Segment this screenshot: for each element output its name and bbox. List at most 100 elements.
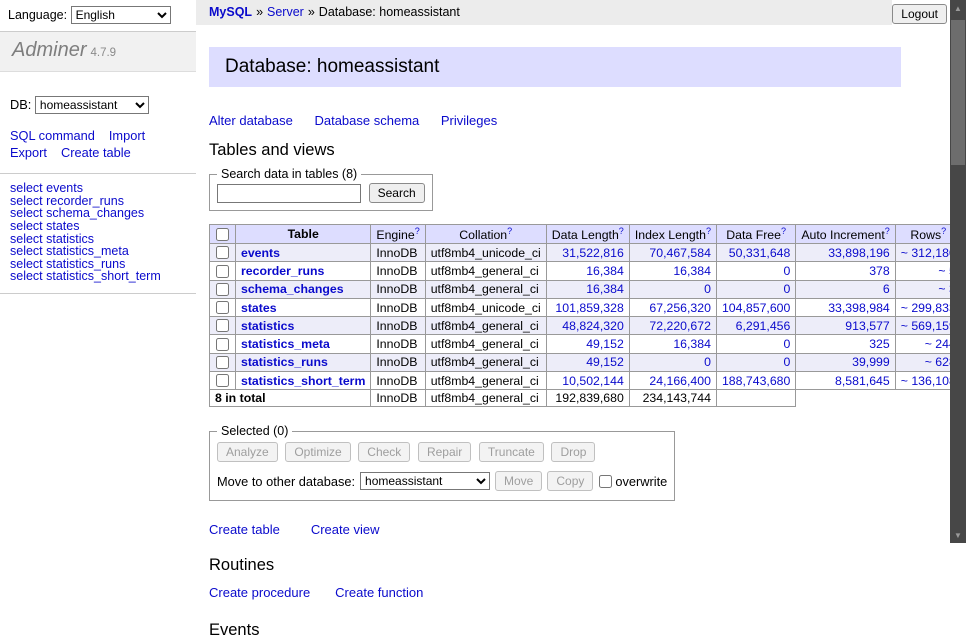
- help-link[interactable]: ?: [885, 226, 890, 236]
- data-free-link[interactable]: 104,857,600: [722, 301, 790, 315]
- table-name-link[interactable]: schema_changes: [241, 282, 344, 296]
- vertical-scrollbar[interactable]: ▲ ▼: [950, 0, 966, 543]
- sidebar-item-select-states[interactable]: select states: [10, 220, 186, 233]
- index-length-link[interactable]: 24,166,400: [649, 374, 711, 388]
- auto-increment-link[interactable]: 378: [869, 264, 890, 278]
- index-length-link[interactable]: 0: [704, 282, 711, 296]
- data-length-link[interactable]: 31,522,816: [562, 246, 624, 260]
- index-length-link[interactable]: 67,256,320: [649, 301, 711, 315]
- rows-count-link[interactable]: ~ 299,833: [901, 301, 956, 315]
- scrollbar-thumb[interactable]: [951, 20, 965, 165]
- sidebar-item-select-statistics-short-term[interactable]: select statistics_short_term: [10, 270, 186, 283]
- help-link[interactable]: ?: [507, 226, 512, 236]
- create-table-link[interactable]: Create table: [209, 522, 280, 537]
- index-length-link[interactable]: 70,467,584: [649, 246, 711, 260]
- scroll-up-icon[interactable]: ▲: [950, 0, 966, 16]
- repair-button[interactable]: Repair: [418, 442, 471, 462]
- data-length-link[interactable]: 10,502,144: [562, 374, 624, 388]
- rows-count-link[interactable]: ~ 136,108: [901, 374, 956, 388]
- sidebar-link-sql-command[interactable]: SQL command: [10, 128, 95, 143]
- create-view-link[interactable]: Create view: [311, 522, 380, 537]
- rows-count-link[interactable]: ~ 312,180: [901, 246, 956, 260]
- auto-increment-link[interactable]: 33,398,984: [828, 301, 890, 315]
- help-link[interactable]: ?: [941, 226, 946, 236]
- row-checkbox[interactable]: [216, 246, 229, 259]
- table-name-link[interactable]: statistics_meta: [241, 337, 330, 351]
- logout-button[interactable]: Logout: [892, 4, 947, 24]
- row-checkbox[interactable]: [216, 319, 229, 332]
- data-free-link[interactable]: 188,743,680: [722, 374, 790, 388]
- sidebar-item-select-events[interactable]: select events: [10, 182, 186, 195]
- row-checkbox[interactable]: [216, 338, 229, 351]
- index-length-link[interactable]: 16,384: [673, 337, 711, 351]
- auto-increment-link[interactable]: 325: [869, 337, 890, 351]
- table-name-link[interactable]: recorder_runs: [241, 264, 324, 278]
- create-function-link[interactable]: Create function: [335, 585, 423, 600]
- rows-count-link[interactable]: ~ 569,159: [901, 319, 956, 333]
- data-length-link[interactable]: 16,384: [586, 264, 624, 278]
- data-length-link[interactable]: 49,152: [586, 337, 624, 351]
- index-length-link[interactable]: 16,384: [673, 264, 711, 278]
- data-length-link[interactable]: 49,152: [586, 355, 624, 369]
- row-checkbox[interactable]: [216, 265, 229, 278]
- row-checkbox[interactable]: [216, 283, 229, 296]
- auto-increment-link[interactable]: 8,581,645: [835, 374, 890, 388]
- truncate-button[interactable]: Truncate: [479, 442, 544, 462]
- index-length-link[interactable]: 72,220,672: [649, 319, 711, 333]
- search-button[interactable]: Search: [369, 183, 425, 203]
- drop-button[interactable]: Drop: [551, 442, 595, 462]
- row-checkbox[interactable]: [216, 301, 229, 314]
- auto-increment-link[interactable]: 39,999: [852, 355, 890, 369]
- data-length-link[interactable]: 48,824,320: [562, 319, 624, 333]
- select-all-checkbox[interactable]: [216, 228, 229, 241]
- auto-increment-link[interactable]: 33,898,196: [828, 246, 890, 260]
- table-name-link[interactable]: states: [241, 301, 277, 315]
- alter-database-link[interactable]: Alter database: [209, 113, 293, 128]
- table-name-link[interactable]: statistics: [241, 319, 294, 333]
- language-select[interactable]: English: [71, 6, 171, 24]
- check-button[interactable]: Check: [358, 442, 410, 462]
- row-checkbox[interactable]: [216, 374, 229, 387]
- data-free-link[interactable]: 0: [784, 337, 791, 351]
- copy-button[interactable]: Copy: [547, 471, 593, 491]
- create-procedure-link[interactable]: Create procedure: [209, 585, 310, 600]
- database-schema-link[interactable]: Database schema: [314, 113, 419, 128]
- data-free-link[interactable]: 0: [784, 264, 791, 278]
- db-nav-links: Alter database Database schema Privilege…: [209, 113, 950, 128]
- table-name-link[interactable]: statistics_runs: [241, 355, 328, 369]
- help-link[interactable]: ?: [706, 226, 711, 236]
- optimize-button[interactable]: Optimize: [285, 442, 350, 462]
- sidebar-link-create-table[interactable]: Create table: [61, 145, 131, 160]
- analyze-button[interactable]: Analyze: [217, 442, 278, 462]
- scroll-down-icon[interactable]: ▼: [950, 527, 966, 543]
- data-free-link[interactable]: 50,331,648: [729, 246, 791, 260]
- help-link[interactable]: ?: [415, 226, 420, 236]
- table-name-link[interactable]: statistics_short_term: [241, 374, 365, 388]
- table-name-link[interactable]: events: [241, 246, 280, 260]
- data-length-link[interactable]: 101,859,328: [555, 301, 623, 315]
- sidebar-item-select-schema-changes[interactable]: select schema_changes: [10, 207, 186, 220]
- breadcrumb-server-link[interactable]: Server: [267, 5, 304, 19]
- overwrite-checkbox[interactable]: [599, 475, 612, 488]
- help-link[interactable]: ?: [781, 226, 786, 236]
- data-length-link[interactable]: 16,384: [586, 282, 624, 296]
- row-checkbox[interactable]: [216, 356, 229, 369]
- sidebar-item-select-statistics-meta[interactable]: select statistics_meta: [10, 245, 186, 258]
- move-db-select[interactable]: homeassistant: [360, 472, 490, 490]
- auto-increment-link[interactable]: 913,577: [845, 319, 889, 333]
- app-version[interactable]: 4.7.9: [90, 47, 116, 59]
- auto-increment-link[interactable]: 6: [883, 282, 890, 296]
- move-button[interactable]: Move: [495, 471, 542, 491]
- db-select[interactable]: homeassistant: [35, 96, 149, 114]
- index-length-link[interactable]: 0: [704, 355, 711, 369]
- breadcrumb-mysql-link[interactable]: MySQL: [209, 5, 252, 19]
- app-logo[interactable]: Adminer: [12, 39, 86, 61]
- help-link[interactable]: ?: [619, 226, 624, 236]
- data-free-link[interactable]: 0: [784, 355, 791, 369]
- data-free-link[interactable]: 6,291,456: [736, 319, 791, 333]
- sidebar-link-import[interactable]: Import: [109, 128, 145, 143]
- data-free-link[interactable]: 0: [784, 282, 791, 296]
- privileges-link[interactable]: Privileges: [441, 113, 497, 128]
- sidebar-link-export[interactable]: Export: [10, 145, 47, 160]
- search-input[interactable]: [217, 184, 361, 203]
